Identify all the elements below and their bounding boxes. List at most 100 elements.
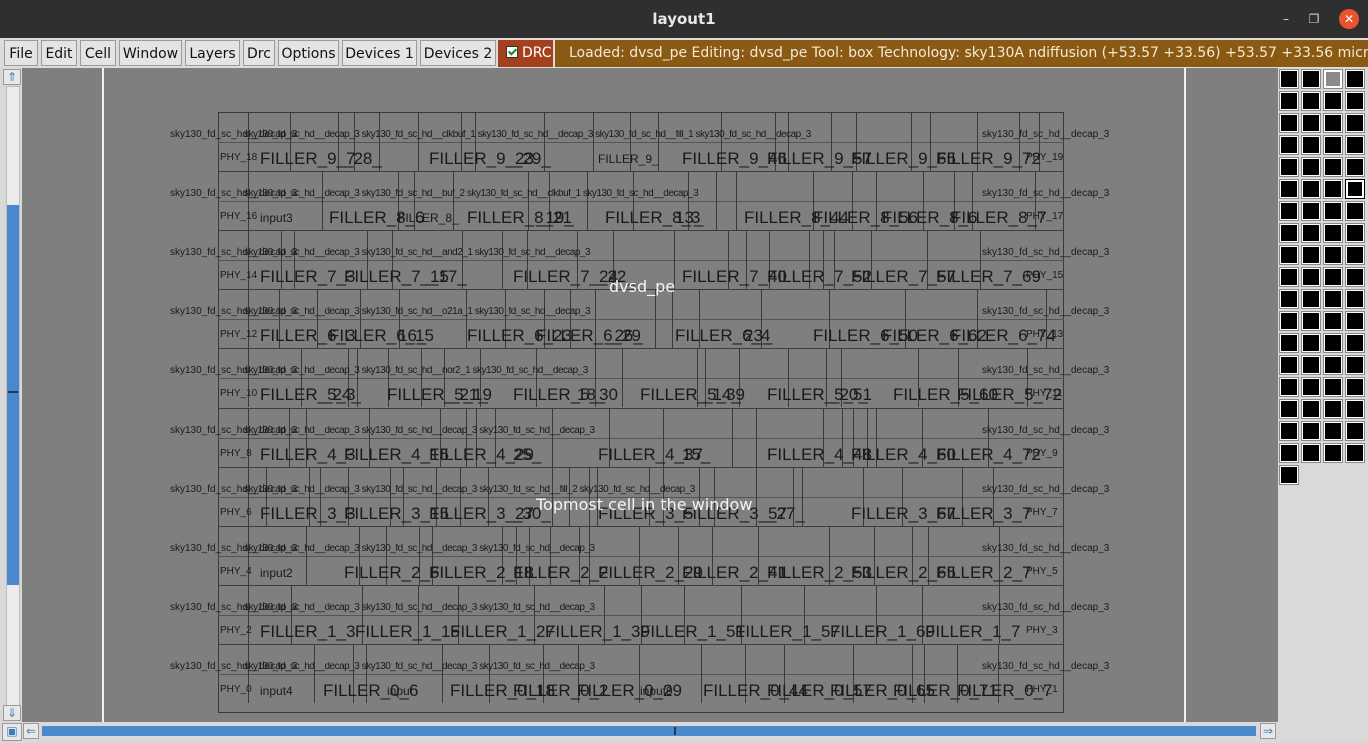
filler-cell-label: 13_ — [675, 208, 704, 227]
layer-swatch[interactable] — [1280, 202, 1298, 220]
layer-swatch[interactable] — [1324, 180, 1342, 198]
layer-swatch[interactable] — [1302, 290, 1320, 308]
layer-swatch[interactable] — [1280, 356, 1298, 374]
layer-swatch[interactable] — [1324, 202, 1342, 220]
layer-swatch[interactable] — [1280, 378, 1298, 396]
layer-swatch[interactable] — [1346, 70, 1364, 88]
maximize-button[interactable]: ❐ — [1305, 10, 1323, 28]
layer-swatch[interactable] — [1280, 70, 1298, 88]
close-button[interactable]: ✕ — [1339, 9, 1359, 29]
layer-swatch[interactable] — [1324, 334, 1342, 352]
layer-swatch[interactable] — [1302, 444, 1320, 462]
layer-swatch[interactable] — [1324, 444, 1342, 462]
layer-swatch[interactable] — [1346, 290, 1364, 308]
layer-swatch[interactable] — [1302, 70, 1320, 88]
scroll-left-icon[interactable]: ⇐ — [23, 723, 39, 739]
layer-swatch[interactable] — [1346, 400, 1364, 418]
minimize-button[interactable]: – — [1277, 10, 1295, 28]
layer-swatch[interactable] — [1324, 114, 1342, 132]
layer-swatch[interactable] — [1302, 224, 1320, 242]
layer-swatch[interactable] — [1324, 70, 1342, 88]
layer-swatch[interactable] — [1324, 400, 1342, 418]
layer-swatch[interactable] — [1302, 312, 1320, 330]
menu-cell[interactable]: Cell — [80, 40, 116, 66]
menu-devices-1[interactable]: Devices 1 — [342, 40, 417, 66]
horizontal-scroll-thumb[interactable] — [42, 726, 1256, 736]
layer-swatch[interactable] — [1346, 268, 1364, 286]
layer-swatch[interactable] — [1280, 224, 1298, 242]
layer-swatch[interactable] — [1346, 312, 1364, 330]
menu-options[interactable]: Options — [278, 40, 339, 66]
vertical-scroll-thumb[interactable] — [7, 205, 19, 585]
layer-swatch[interactable] — [1302, 422, 1320, 440]
layer-swatch[interactable] — [1346, 356, 1364, 374]
layer-swatch[interactable] — [1346, 114, 1364, 132]
layer-swatch[interactable] — [1302, 158, 1320, 176]
layer-swatch[interactable] — [1280, 158, 1298, 176]
layer-swatch[interactable] — [1324, 268, 1342, 286]
layer-swatch[interactable] — [1280, 290, 1298, 308]
layer-swatch[interactable] — [1302, 92, 1320, 110]
layer-swatch[interactable] — [1302, 378, 1320, 396]
scroll-down-icon[interactable]: ⇓ — [3, 705, 21, 721]
layer-swatch[interactable] — [1346, 378, 1364, 396]
menu-file[interactable]: File — [4, 40, 38, 66]
drc-toggle[interactable]: DRC — [498, 40, 553, 67]
layer-swatch[interactable] — [1280, 114, 1298, 132]
menu-devices-2[interactable]: Devices 2 — [420, 40, 496, 66]
horizontal-scrollbar[interactable]: ⇐ ⇒ — [22, 722, 1278, 740]
layer-swatch[interactable] — [1346, 246, 1364, 264]
layout-canvas[interactable]: sky130_fd_sc_hd__decap_3 sky130_fd_sc_hd_… — [22, 68, 1278, 722]
scroll-up-icon[interactable]: ⇑ — [3, 69, 21, 85]
layer-swatch[interactable] — [1324, 92, 1342, 110]
layer-swatch[interactable] — [1302, 400, 1320, 418]
layer-swatch[interactable] — [1302, 246, 1320, 264]
layer-swatch[interactable] — [1302, 202, 1320, 220]
scroll-right-icon[interactable]: ⇒ — [1260, 723, 1276, 739]
layer-swatch[interactable] — [1346, 334, 1364, 352]
layer-swatch[interactable] — [1280, 400, 1298, 418]
layer-swatch[interactable] — [1280, 246, 1298, 264]
layer-swatch[interactable] — [1324, 136, 1342, 154]
layer-swatch[interactable] — [1280, 312, 1298, 330]
layer-swatch[interactable] — [1324, 422, 1342, 440]
layer-swatch[interactable] — [1302, 114, 1320, 132]
drc-checkbox-icon[interactable] — [506, 46, 518, 58]
layer-swatch[interactable] — [1346, 422, 1364, 440]
layer-swatch[interactable] — [1302, 334, 1320, 352]
vertical-scrollbar[interactable]: ⇑ ⇓ — [2, 68, 21, 723]
layer-swatch[interactable] — [1280, 466, 1298, 484]
layer-swatch[interactable] — [1324, 378, 1342, 396]
layer-swatch[interactable] — [1280, 422, 1298, 440]
layer-swatch[interactable] — [1324, 290, 1342, 308]
layer-swatch[interactable] — [1324, 158, 1342, 176]
layer-swatch[interactable] — [1302, 136, 1320, 154]
layer-swatch[interactable] — [1346, 92, 1364, 110]
layer-swatch[interactable] — [1324, 246, 1342, 264]
layer-swatch[interactable] — [1346, 136, 1364, 154]
layer-swatch[interactable] — [1324, 312, 1342, 330]
zoom-box-icon[interactable]: ▣ — [2, 723, 22, 741]
layer-swatch[interactable] — [1346, 444, 1364, 462]
layer-swatch[interactable] — [1324, 224, 1342, 242]
vertical-scroll-track[interactable] — [6, 86, 20, 706]
layer-swatch[interactable] — [1302, 356, 1320, 374]
layer-swatch[interactable] — [1346, 224, 1364, 242]
layer-swatch[interactable] — [1346, 180, 1364, 198]
layer-swatch[interactable] — [1280, 136, 1298, 154]
menu-drc[interactable]: Drc — [243, 40, 275, 66]
layer-swatch[interactable] — [1280, 268, 1298, 286]
menu-layers[interactable]: Layers — [185, 40, 240, 66]
menu-edit[interactable]: Edit — [41, 40, 77, 66]
layer-swatch[interactable] — [1280, 92, 1298, 110]
layer-swatch[interactable] — [1302, 180, 1320, 198]
layer-swatch[interactable] — [1346, 202, 1364, 220]
layer-swatch[interactable] — [1280, 180, 1298, 198]
layer-swatch[interactable] — [1280, 444, 1298, 462]
filler-cell-label: _24_ — [323, 385, 361, 404]
layer-swatch[interactable] — [1280, 334, 1298, 352]
layer-swatch[interactable] — [1346, 158, 1364, 176]
layer-swatch[interactable] — [1302, 268, 1320, 286]
layer-swatch[interactable] — [1324, 356, 1342, 374]
menu-window[interactable]: Window — [119, 40, 182, 66]
